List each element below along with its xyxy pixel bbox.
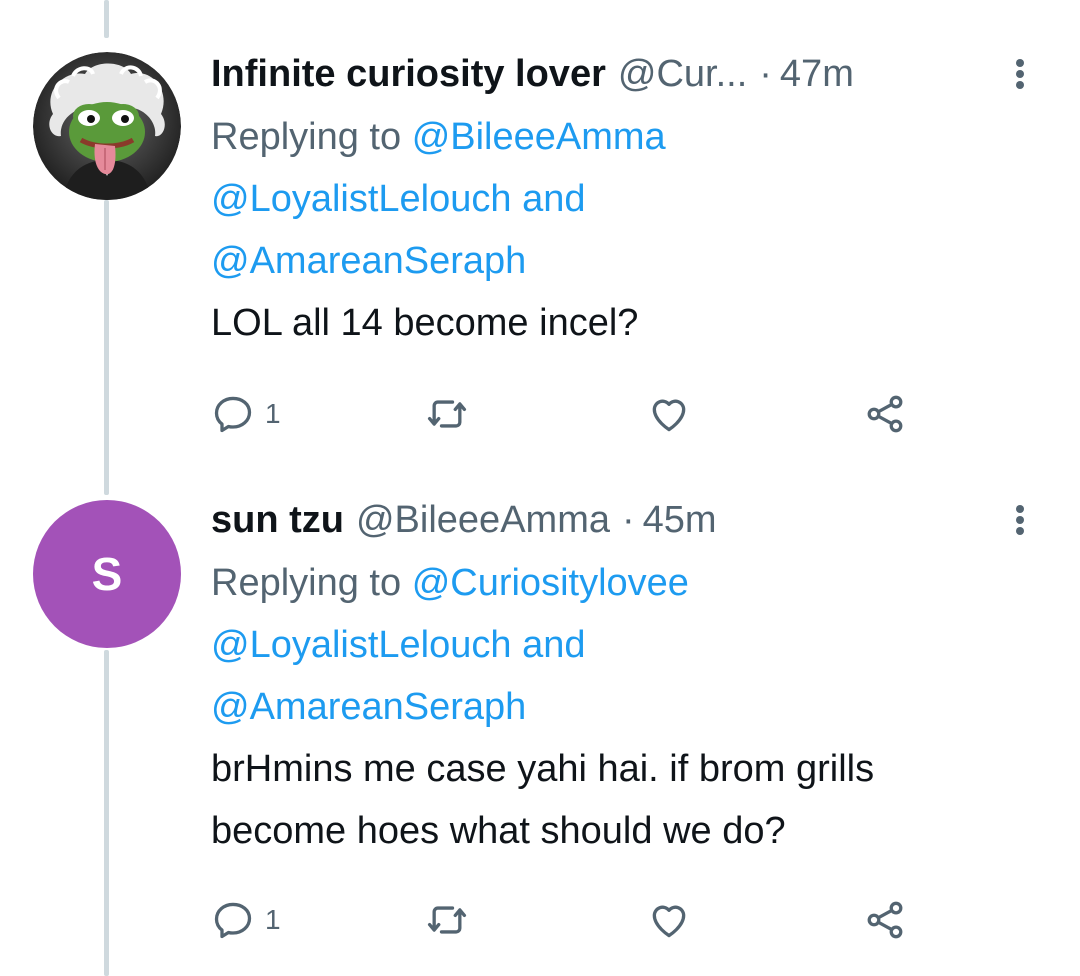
tweet-text-line: LOL all 14 become incel?	[211, 302, 639, 344]
replying-prefix: Replying to	[211, 562, 402, 604]
separator-dot: ·	[621, 499, 635, 541]
timestamp[interactable]: 45m	[643, 496, 717, 544]
more-options-icon[interactable]	[1000, 500, 1040, 540]
tweet-content: sun tzu @BileeeAmma · 45m Replying to @C…	[211, 496, 1040, 862]
tweet-actions: 1	[211, 384, 931, 444]
reply-count: 1	[265, 904, 281, 935]
reply-button[interactable]: 1	[211, 890, 281, 950]
reply-button[interactable]: 1	[211, 384, 281, 444]
display-name[interactable]: sun tzu	[211, 496, 344, 544]
separator-dot: ·	[759, 53, 772, 95]
more-options-icon[interactable]	[1000, 54, 1040, 94]
tweet-header: sun tzu @BileeeAmma · 45m	[211, 496, 1040, 544]
mention-link[interactable]: @Curiositylovee	[412, 562, 689, 604]
replying-to: Replying to @BileeeAmma @LoyalistLelouch…	[211, 106, 1040, 292]
display-name[interactable]: Infinite curiosity lover	[211, 50, 606, 98]
user-handle[interactable]: @BileeeAmma	[356, 496, 610, 544]
share-icon	[867, 395, 903, 433]
reply-thread: Infinite curiosity lover @Cur... · 47m R…	[0, 0, 1080, 976]
retweet-icon	[427, 906, 467, 934]
like-button[interactable]	[647, 890, 701, 950]
heart-icon	[652, 399, 686, 432]
replying-and[interactable]: and	[522, 624, 585, 666]
avatar[interactable]	[33, 52, 181, 200]
mention-link[interactable]: @LoyalistLelouch	[211, 624, 512, 666]
reply-icon	[214, 902, 252, 939]
share-button[interactable]	[863, 384, 907, 444]
mention-link[interactable]: @BileeeAmma	[412, 116, 666, 158]
avatar[interactable]: S	[33, 500, 181, 648]
user-handle[interactable]: @Cur...	[618, 50, 747, 98]
tweet[interactable]: Infinite curiosity lover @Cur... · 47m R…	[0, 0, 1080, 480]
tweet-text: LOL all 14 become incel?	[211, 292, 1040, 354]
mention-link[interactable]: @LoyalistLelouch	[211, 178, 512, 220]
retweet-button[interactable]	[425, 384, 479, 444]
tweet-text-line: become hoes what should we do?	[211, 810, 786, 852]
tweet-content: Infinite curiosity lover @Cur... · 47m R…	[211, 50, 1040, 354]
share-icon	[867, 901, 903, 939]
reply-count: 1	[265, 398, 281, 429]
heart-icon	[652, 905, 686, 938]
replying-prefix: Replying to	[211, 116, 402, 158]
mention-link[interactable]: @AmareanSeraph	[211, 686, 526, 728]
tweet-header: Infinite curiosity lover @Cur... · 47m	[211, 50, 1040, 98]
like-button[interactable]	[647, 384, 701, 444]
avatar-letter: S	[33, 500, 181, 648]
mention-link[interactable]: @AmareanSeraph	[211, 240, 526, 282]
replying-and[interactable]: and	[522, 178, 585, 220]
tweet-actions: 1	[211, 890, 931, 950]
share-button[interactable]	[863, 890, 907, 950]
timestamp[interactable]: 47m	[780, 50, 854, 98]
retweet-icon	[427, 400, 467, 428]
retweet-button[interactable]	[425, 890, 479, 950]
replying-to: Replying to @Curiositylovee @LoyalistLel…	[211, 552, 1040, 738]
tweet-text-line: brHmins me case yahi hai. if brom grills	[211, 748, 875, 790]
pepe-einstein-avatar-icon	[33, 52, 181, 200]
tweet[interactable]: S sun tzu @BileeeAmma · 45m Replying to …	[0, 480, 1080, 976]
tweet-text: brHmins me case yahi hai. if brom grills…	[211, 738, 1040, 862]
reply-icon	[214, 396, 252, 433]
